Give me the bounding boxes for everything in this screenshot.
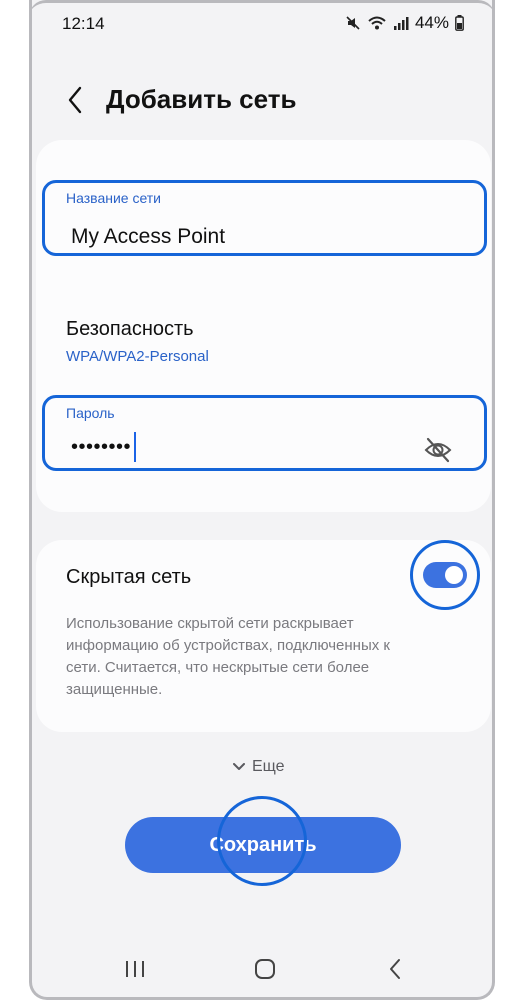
battery-icon <box>455 15 464 31</box>
password-field[interactable]: Пароль •••••••• <box>42 395 487 471</box>
eye-off-icon <box>424 437 452 463</box>
more-label: Еще <box>252 758 285 775</box>
text-cursor <box>134 432 137 462</box>
network-name-label: Название сети <box>66 190 162 206</box>
save-button[interactable]: Сохранить <box>125 817 401 873</box>
hidden-network-description: Использование скрытой сети раскрывает ин… <box>66 615 390 698</box>
security-title: Безопасность <box>66 318 194 340</box>
signal-icon <box>393 17 409 30</box>
wifi-icon <box>368 16 386 30</box>
chevron-left-icon <box>68 86 82 114</box>
status-bar: 12:14 44% <box>32 0 492 48</box>
back-button[interactable] <box>60 82 90 118</box>
chevron-down-icon <box>233 763 245 770</box>
toggle-highlight-ring <box>410 540 480 610</box>
recents-button[interactable] <box>120 956 150 982</box>
navigation-bar <box>32 940 492 996</box>
hidden-network-card: Скрытая сеть Использование скрытой сети … <box>36 540 491 732</box>
mute-icon <box>346 16 360 30</box>
more-options-link[interactable]: Еще <box>233 758 285 776</box>
status-icons: 44% <box>345 13 464 33</box>
battery-percent: 44% <box>414 13 449 32</box>
back-icon <box>390 959 400 979</box>
password-visibility-toggle[interactable] <box>423 436 453 464</box>
network-name-field[interactable]: Название сети My Access Point <box>42 180 487 256</box>
toggle-knob <box>445 566 463 584</box>
password-input[interactable]: •••••••• <box>71 432 137 462</box>
network-name-input[interactable]: My Access Point <box>71 225 225 249</box>
network-settings-card: Название сети My Access Point Безопаснос… <box>36 140 491 512</box>
status-time: 12:14 <box>62 14 105 33</box>
page-title: Добавить сеть <box>106 84 297 114</box>
hidden-network-title: Скрытая сеть <box>66 566 192 588</box>
phone-frame: 12:14 44% Добавить сеть Название сети My… <box>29 0 495 1000</box>
password-label: Пароль <box>66 405 115 421</box>
hidden-network-toggle[interactable] <box>423 562 467 588</box>
password-value: •••••••• <box>71 435 132 458</box>
security-value: WPA/WPA2-Personal <box>66 348 209 365</box>
home-icon <box>255 959 275 979</box>
recents-icon <box>126 961 144 977</box>
nav-back-button[interactable] <box>380 956 410 982</box>
home-button[interactable] <box>250 956 280 982</box>
